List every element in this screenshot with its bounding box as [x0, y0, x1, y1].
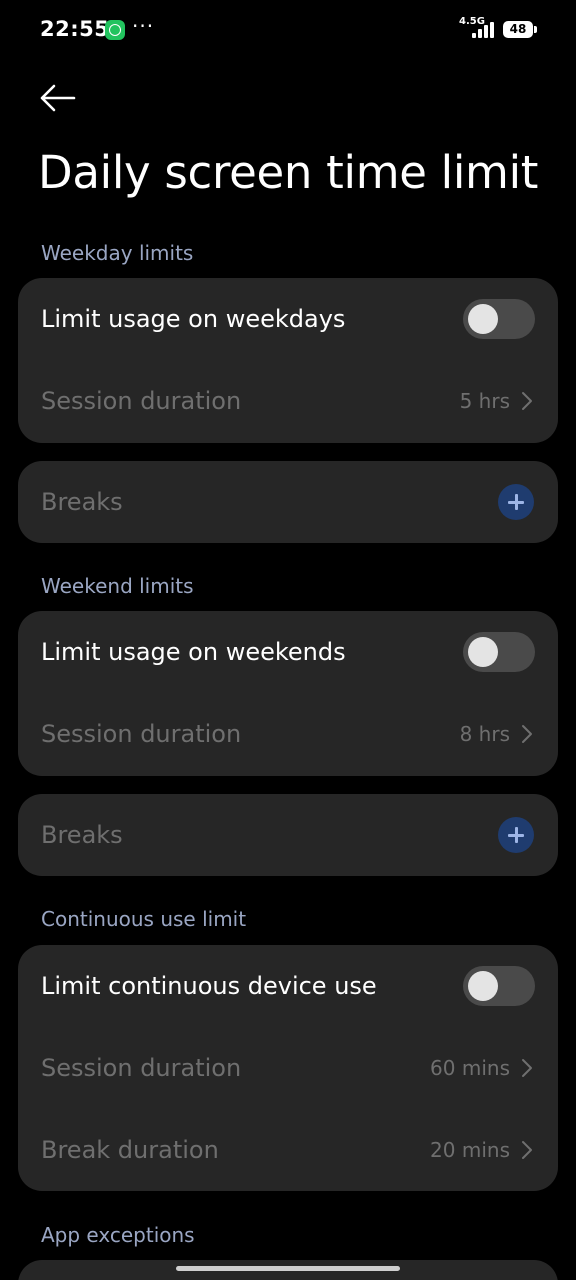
screen: 22:55 ··· 4.5G 48 Daily screen time limi…: [0, 0, 576, 1280]
continuous-card: Limit continuous device use Session dura…: [18, 945, 558, 1191]
more-notifications-icon: ···: [132, 14, 155, 38]
weekday-toggle[interactable]: [463, 299, 535, 339]
section-label-exceptions: App exceptions: [41, 1223, 195, 1247]
section-label-weekday: Weekday limits: [41, 241, 194, 265]
chevron-right-icon: [522, 1141, 532, 1159]
weekday-session-value: 5 hrs: [459, 389, 510, 413]
toggle-knob: [468, 304, 498, 334]
weekend-add-break-button[interactable]: [498, 817, 534, 853]
weekend-card: Limit usage on weekends Session duration…: [18, 611, 558, 776]
back-button[interactable]: [34, 78, 80, 118]
home-indicator[interactable]: [176, 1266, 400, 1271]
chevron-right-icon: [522, 1059, 532, 1077]
weekend-toggle[interactable]: [463, 632, 535, 672]
weekday-add-break-button[interactable]: [498, 484, 534, 520]
weekday-breaks-row[interactable]: Breaks: [18, 461, 558, 543]
weekend-session-label: Session duration: [41, 720, 242, 748]
weekend-toggle-label: Limit usage on weekends: [41, 638, 346, 666]
continuous-session-row[interactable]: Session duration 60 mins: [18, 1027, 558, 1109]
toggle-knob: [468, 971, 498, 1001]
section-label-continuous: Continuous use limit: [41, 907, 247, 931]
weekend-session-value: 8 hrs: [459, 722, 510, 746]
toggle-knob: [468, 637, 498, 667]
continuous-toggle-row[interactable]: Limit continuous device use: [18, 945, 558, 1027]
weekday-toggle-label: Limit usage on weekdays: [41, 305, 346, 333]
status-bar: 22:55 ··· 4.5G 48: [0, 0, 576, 60]
chevron-right-icon: [522, 725, 532, 743]
weekend-breaks-card: Breaks: [18, 794, 558, 876]
status-time: 22:55: [40, 17, 110, 41]
weekday-session-label: Session duration: [41, 387, 242, 415]
signal-icon: [472, 22, 496, 38]
continuous-break-row[interactable]: Break duration 20 mins: [18, 1109, 558, 1191]
battery-icon: 48: [503, 21, 537, 38]
section-label-weekend: Weekend limits: [41, 574, 194, 598]
weekend-session-row[interactable]: Session duration 8 hrs: [18, 693, 558, 775]
weekend-breaks-row[interactable]: Breaks: [18, 794, 558, 876]
weekday-session-row[interactable]: Session duration 5 hrs: [18, 360, 558, 442]
weekend-breaks-label: Breaks: [41, 821, 123, 849]
weekday-breaks-card: Breaks: [18, 461, 558, 543]
page-title: Daily screen time limit: [38, 146, 539, 199]
weekend-toggle-row[interactable]: Limit usage on weekends: [18, 611, 558, 693]
weekday-toggle-row[interactable]: Limit usage on weekdays: [18, 278, 558, 360]
continuous-session-label: Session duration: [41, 1054, 242, 1082]
continuous-session-value: 60 mins: [430, 1056, 510, 1080]
chevron-right-icon: [522, 392, 532, 410]
weekday-breaks-label: Breaks: [41, 488, 123, 516]
continuous-toggle-label: Limit continuous device use: [41, 972, 377, 1000]
continuous-break-label: Break duration: [41, 1136, 219, 1164]
arrow-left-icon: [40, 84, 76, 112]
weekday-card: Limit usage on weekdays Session duration…: [18, 278, 558, 443]
continuous-toggle[interactable]: [463, 966, 535, 1006]
continuous-break-value: 20 mins: [430, 1138, 510, 1162]
whatsapp-icon: [105, 20, 125, 40]
